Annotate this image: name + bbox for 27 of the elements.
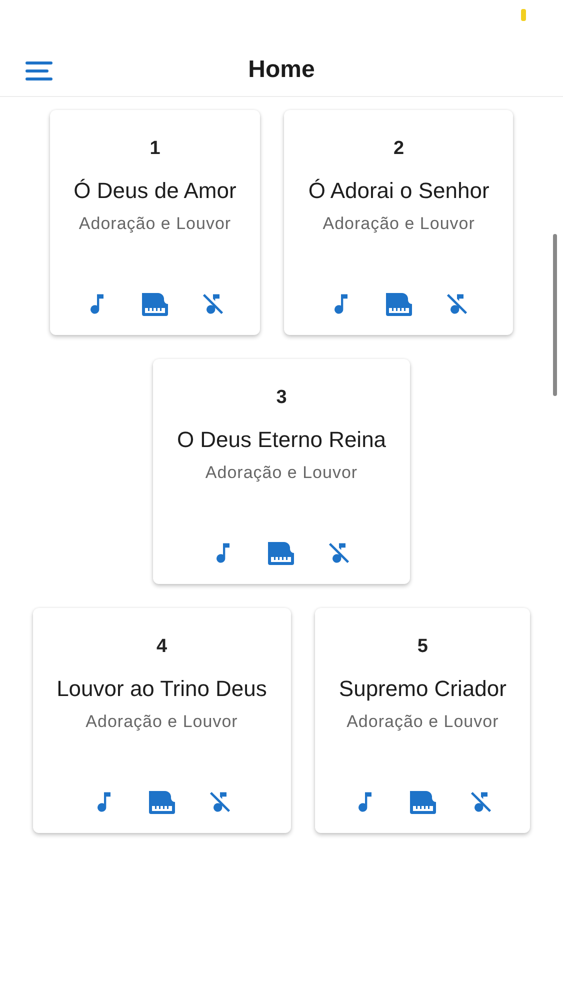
hymn-card[interactable]: 1 Ó Deus de Amor Adoração e Louvor <box>50 110 260 335</box>
hymn-category: Adoração e Louvor <box>346 712 499 732</box>
hymn-card[interactable]: 2 Ó Adorai o Senhor Adoração e Louvor <box>284 110 514 335</box>
hymn-number: 4 <box>156 636 168 658</box>
hymn-title: Louvor ao Trino Deus <box>56 676 267 702</box>
hymn-category: Adoração e Louvor <box>205 463 358 483</box>
piano-icon[interactable] <box>266 540 296 566</box>
hymn-number: 2 <box>394 138 404 160</box>
hymn-number: 5 <box>417 636 428 658</box>
hymn-category: Adoração e Louvor <box>78 214 232 234</box>
hymn-title: Ó Deus de Amor <box>74 178 236 204</box>
page-title: Home <box>248 56 315 84</box>
status-indicator <box>521 9 526 21</box>
hymn-number: 3 <box>276 387 287 409</box>
hymn-title: O Deus Eterno Reina <box>176 427 386 453</box>
hymn-card[interactable]: 5 Supremo Criador Adoração e Louvor <box>314 608 530 833</box>
piano-icon[interactable] <box>140 291 170 317</box>
hymn-number: 1 <box>150 138 160 160</box>
hymn-title: Supremo Criador <box>338 676 506 702</box>
hymn-title: Ó Adorai o Senhor <box>308 178 490 204</box>
hymn-category: Adoração e Louvor <box>86 712 238 732</box>
piano-icon[interactable] <box>146 789 177 815</box>
hymn-category: Adoração e Louvor <box>322 214 475 234</box>
hymn-card[interactable]: 4 Louvor ao Trino Deus Adoração e Louvor <box>32 608 291 833</box>
hymn-card[interactable]: 3 O Deus Eterno Reina Adoração e Louvor <box>152 359 410 584</box>
piano-icon[interactable] <box>408 789 438 815</box>
piano-icon[interactable] <box>384 291 414 317</box>
